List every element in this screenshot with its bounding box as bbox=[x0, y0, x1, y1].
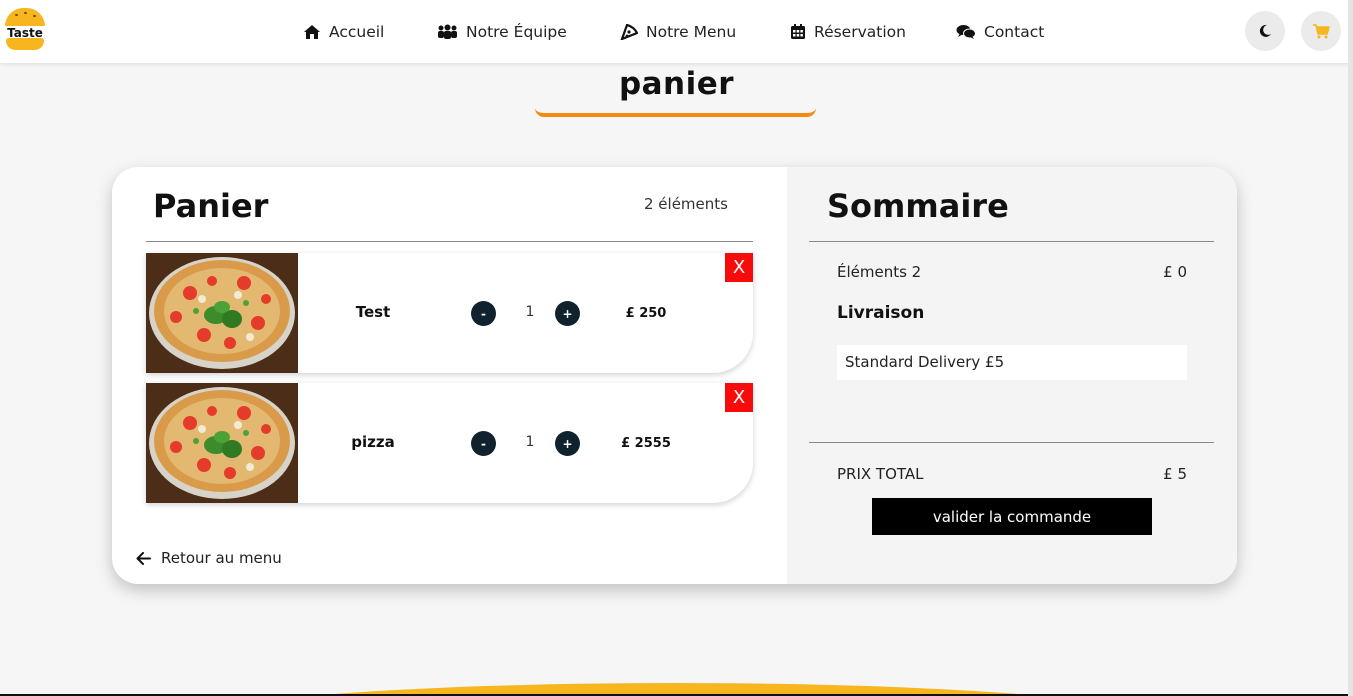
cart-card: Panier 2 éléments Test - 1 + £ 250 X piz… bbox=[112, 167, 1237, 584]
page-title: panier bbox=[618, 66, 735, 102]
total-value: £ 5 bbox=[1163, 465, 1187, 483]
summary-items-label: Éléments 2 bbox=[837, 263, 922, 281]
home-icon bbox=[304, 25, 320, 39]
summary-items-value: £ 0 bbox=[1163, 263, 1187, 281]
nav-label: Accueil bbox=[329, 23, 385, 41]
summary-heading: Sommaire bbox=[827, 187, 1009, 225]
item-price: £ 2555 bbox=[621, 436, 671, 451]
calendar-icon bbox=[791, 24, 805, 39]
increase-qty-button[interactable]: + bbox=[555, 301, 580, 326]
nav-label: Notre Menu bbox=[646, 23, 737, 41]
remove-item-button[interactable]: X bbox=[725, 383, 753, 412]
logo[interactable]: Taste bbox=[5, 8, 45, 50]
nav-item-accueil[interactable]: Accueil bbox=[303, 20, 384, 44]
cart-count: 2 éléments bbox=[644, 195, 728, 213]
total-row: PRIX TOTAL £ 5 bbox=[837, 465, 1187, 483]
nav-item-contact[interactable]: Contact bbox=[956, 20, 1044, 44]
summary-items-row: Éléments 2 £ 0 bbox=[837, 263, 1187, 281]
cart-item: pizza - 1 + £ 2555 X bbox=[146, 383, 753, 503]
cart-heading: Panier bbox=[153, 187, 269, 225]
decrease-qty-button[interactable]: - bbox=[471, 431, 496, 456]
scrollbar[interactable] bbox=[1348, 0, 1353, 696]
divider bbox=[146, 241, 753, 242]
back-to-menu-link[interactable]: Retour au menu bbox=[136, 549, 282, 567]
back-link-label: Retour au menu bbox=[161, 549, 282, 567]
delivery-select[interactable]: Standard Delivery £5 bbox=[837, 345, 1187, 380]
cart-icon bbox=[1312, 23, 1330, 38]
title-underline bbox=[535, 108, 816, 117]
pizza-image bbox=[146, 253, 298, 373]
item-name: Test bbox=[355, 303, 391, 321]
arrow-left-icon bbox=[136, 551, 151, 565]
theme-toggle-button[interactable] bbox=[1245, 11, 1285, 51]
increase-qty-button[interactable]: + bbox=[555, 431, 580, 456]
cart-button[interactable] bbox=[1301, 11, 1341, 51]
divider bbox=[809, 241, 1214, 242]
item-qty: 1 bbox=[525, 434, 535, 450]
summary-pane: Sommaire Éléments 2 £ 0 Livraison Standa… bbox=[787, 167, 1237, 584]
delivery-heading: Livraison bbox=[837, 303, 925, 323]
pizza-image bbox=[146, 383, 298, 503]
total-label: PRIX TOTAL bbox=[837, 465, 924, 483]
remove-item-button[interactable]: X bbox=[725, 253, 753, 282]
nav-label: Contact bbox=[984, 23, 1045, 41]
decrease-qty-button[interactable]: - bbox=[471, 301, 496, 326]
divider bbox=[809, 442, 1214, 443]
nav-item-menu[interactable]: Notre Menu bbox=[620, 20, 736, 44]
moon-icon bbox=[1259, 24, 1271, 37]
item-qty: 1 bbox=[525, 304, 535, 320]
nav-label: Notre Équipe bbox=[466, 23, 567, 41]
cart-item: Test - 1 + £ 250 X bbox=[146, 253, 753, 373]
users-icon bbox=[438, 24, 457, 39]
item-name: pizza bbox=[351, 433, 395, 451]
item-price: £ 250 bbox=[625, 306, 667, 321]
pizza-icon bbox=[620, 24, 638, 40]
nav-label: Réservation bbox=[814, 23, 906, 41]
navbar: Taste Accueil Notre Équipe Notre Menu Ré… bbox=[0, 0, 1353, 63]
checkout-button[interactable]: valider la commande bbox=[872, 498, 1152, 535]
comments-icon bbox=[956, 25, 976, 39]
nav-item-reservation[interactable]: Réservation bbox=[790, 20, 906, 44]
nav-item-equipe[interactable]: Notre Équipe bbox=[437, 20, 567, 44]
